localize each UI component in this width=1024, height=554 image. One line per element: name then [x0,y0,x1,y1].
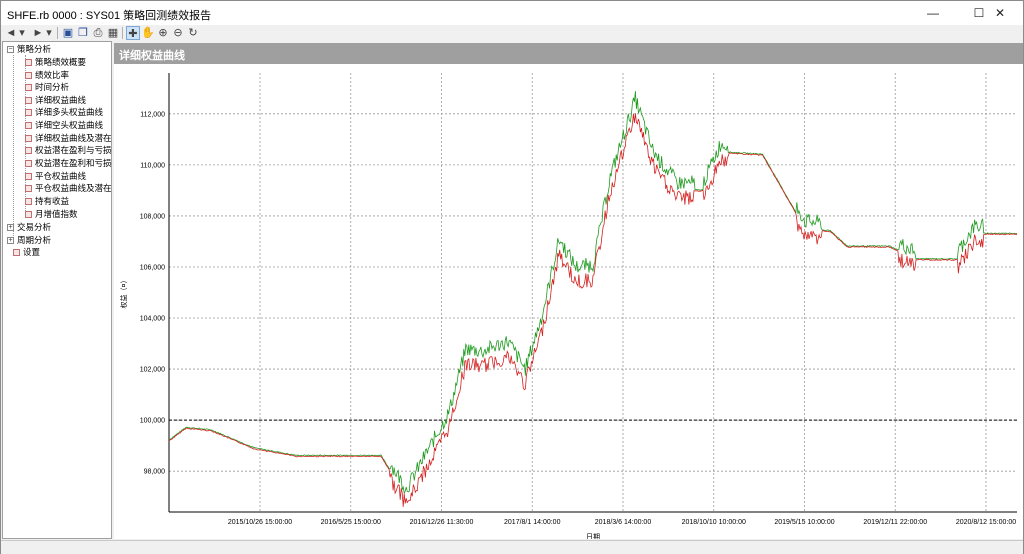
x-tick-label: 2019/12/11 22:00:00 [863,519,927,526]
y-axis-label: 权益（¤） [119,277,128,309]
toolbar: ◄ ▾ ► ▾ ▣ ❐ ⎙ ▦ ✚ ✋ ⊕ ⊖ ↻ [1,25,1023,41]
x-tick-label: 2016/5/25 15:00:00 [321,519,381,526]
report-tree[interactable]: − 策略分析 策略绩效概要 绩效比率 时间分析 详细权益曲线 详细多头权益曲线 详… [2,41,112,539]
tree-item[interactable]: 策略绩效概要 [25,56,86,68]
forward-icon[interactable]: ► [31,26,45,40]
x-tick-label: 2020/8/12 15:00:00 [956,519,1016,526]
series-line-low [168,113,1018,507]
forward-dropdown-icon[interactable]: ▾ [45,26,53,40]
x-tick-label: 2016/12/26 11:30:00 [410,519,474,526]
title-bar: SHFE.rb 0000 : SYS01 策略回测绩效报告 — ☐ ✕ [1,1,1023,25]
tree-item[interactable]: 平仓权益曲线 [25,170,86,182]
chart-title: 详细权益曲线 [119,50,185,62]
x-tick-label: 2018/10/10 10:00:00 [682,519,746,526]
report-icon [25,185,32,193]
y-tick-label: 104,000 [140,316,165,323]
x-tick-label: 2017/8/1 14:00:00 [504,519,561,526]
tree-item[interactable]: 时间分析 [25,81,69,93]
window-title: SHFE.rb 0000 : SYS01 策略回测绩效报告 [7,10,212,22]
tree-item[interactable]: 详细多头权益曲线 [25,106,103,118]
y-tick-label: 106,000 [140,264,165,271]
tree-item-settings[interactable]: 设置 [13,246,40,258]
y-tick-label: 110,000 [140,162,165,169]
series-line-high [168,91,1018,495]
report-icon [25,173,32,181]
report-icon [25,109,32,117]
close-icon[interactable]: ✕ [977,1,1023,25]
tree-item-selected[interactable]: 详细权益曲线 [25,94,87,106]
tree-line [13,55,14,242]
minimize-icon[interactable]: — [910,1,956,25]
back-icon[interactable]: ◄ [4,26,18,40]
x-tick-label: 2015/10/26 15:00:00 [228,519,292,526]
refresh-icon[interactable]: ↻ [186,26,200,40]
report-icon [25,59,32,67]
status-bar [1,540,1023,554]
collapse-icon[interactable]: − [7,46,14,54]
report-icon [25,135,32,143]
expand-icon[interactable]: + [7,224,14,232]
hand-icon[interactable]: ✋ [141,26,155,40]
table-icon[interactable]: ▦ [106,26,120,40]
back-dropdown-icon[interactable]: ▾ [18,26,26,40]
expand-icon[interactable]: + [7,237,14,245]
chart-header: 详细权益曲线 [114,43,1023,64]
tree-item[interactable]: 详细空头权益曲线 [25,119,103,131]
report-icon [25,160,32,168]
crosshair-icon[interactable]: ✚ [126,26,140,40]
tree-group-period[interactable]: + 周期分析 [7,234,51,246]
report-icon [25,72,32,80]
y-tick-label: 112,000 [140,111,165,118]
save-icon[interactable]: ▣ [61,26,75,40]
tree-group-trade[interactable]: + 交易分析 [7,221,51,233]
tree-item[interactable]: 平仓权益曲线及潜在 [25,182,111,194]
report-icon [25,147,32,155]
chart-panel: 详细权益曲线 98,000 100,000 102,000 104,000 106,00… [114,43,1023,539]
report-icon [25,211,32,219]
tree-item[interactable]: 权益潜在盈利和亏损 [25,157,111,169]
tree-group-strategy[interactable]: − 策略分析 [7,43,51,55]
zoom-in-icon[interactable]: ⊕ [156,26,170,40]
report-icon [25,122,32,130]
report-icon [25,84,32,92]
y-tick-label: 102,000 [140,367,165,374]
report-icon [25,198,32,206]
equity-chart[interactable]: 98,000 100,000 102,000 104,000 106,000 108,00… [114,64,1023,539]
tree-item[interactable]: 详细权益曲线及潜在 [25,132,111,144]
report-window: SHFE.rb 0000 : SYS01 策略回测绩效报告 — ☐ ✕ ◄ ▾ … [0,0,1024,554]
y-tick-label: 108,000 [140,213,165,220]
print-icon[interactable]: ⎙ [91,26,105,40]
tree-item[interactable]: 持有收益 [25,195,69,207]
tree-item[interactable]: 权益潜在盈利与亏损 [25,144,111,156]
x-tick-label: 2019/5/15 10:00:00 [774,519,834,526]
report-icon [25,97,32,105]
settings-icon [13,249,20,257]
copy-icon[interactable]: ❐ [76,26,90,40]
toolbar-separator [57,27,58,39]
zoom-out-icon[interactable]: ⊖ [171,26,185,40]
y-tick-label: 98,000 [144,469,166,476]
toolbar-separator [122,27,123,39]
tree-item[interactable]: 月增值指数 [25,208,78,220]
y-tick-label: 100,000 [140,418,165,425]
tree-item[interactable]: 绩效比率 [25,69,69,81]
x-axis-label: 日期 [586,533,600,539]
x-tick-label: 2018/3/6 14:00:00 [595,519,652,526]
